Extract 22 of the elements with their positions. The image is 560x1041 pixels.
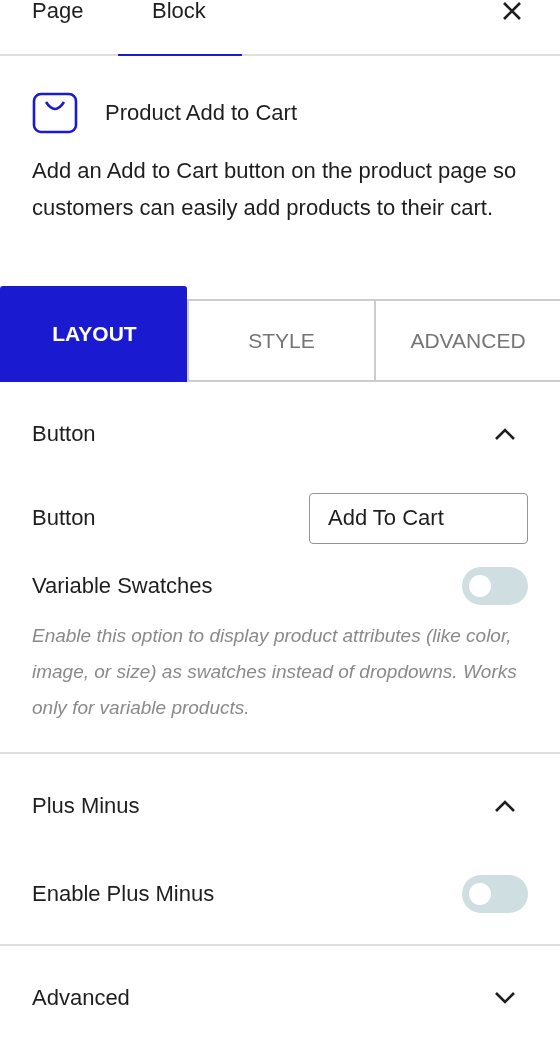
block-description: Add an Add to Cart button on the product page so customers can easily add products to their cart. bbox=[32, 157, 518, 222]
panel-tab[interactable]: Page bbox=[32, 0, 118, 56]
toggle-label: Enable Plus Minus bbox=[32, 881, 215, 907]
section-title[interactable]: Plus Minus bbox=[32, 793, 140, 819]
section-title[interactable]: Button bbox=[32, 421, 96, 447]
toggle-switch[interactable] bbox=[462, 567, 528, 605]
button-text-field[interactable]: Add To Cart bbox=[309, 492, 528, 544]
help-text: Enable this option to display product attributes (like color, image, or size) as swatches instead of dropdowns. Works only for variable products. bbox=[32, 624, 518, 720]
block-title: Product Add to Cart bbox=[105, 100, 297, 126]
close-icon[interactable] bbox=[501, 0, 523, 22]
field-label: Button bbox=[32, 505, 96, 531]
settings-tab[interactable]: STYLE bbox=[187, 299, 374, 382]
toggle-label: Variable Swatches bbox=[32, 573, 213, 599]
section-title[interactable]: Advanced bbox=[32, 985, 130, 1011]
shopping-bag-icon bbox=[32, 92, 78, 134]
chevron-icon[interactable] bbox=[494, 427, 516, 441]
panel-tab[interactable]: Block bbox=[118, 0, 242, 56]
toggle-switch[interactable] bbox=[462, 875, 528, 913]
settings-tab[interactable]: ADVANCED bbox=[374, 299, 560, 382]
chevron-icon[interactable] bbox=[494, 799, 516, 813]
chevron-icon[interactable] bbox=[494, 991, 516, 1005]
settings-tab[interactable]: LAYOUT bbox=[0, 286, 187, 382]
